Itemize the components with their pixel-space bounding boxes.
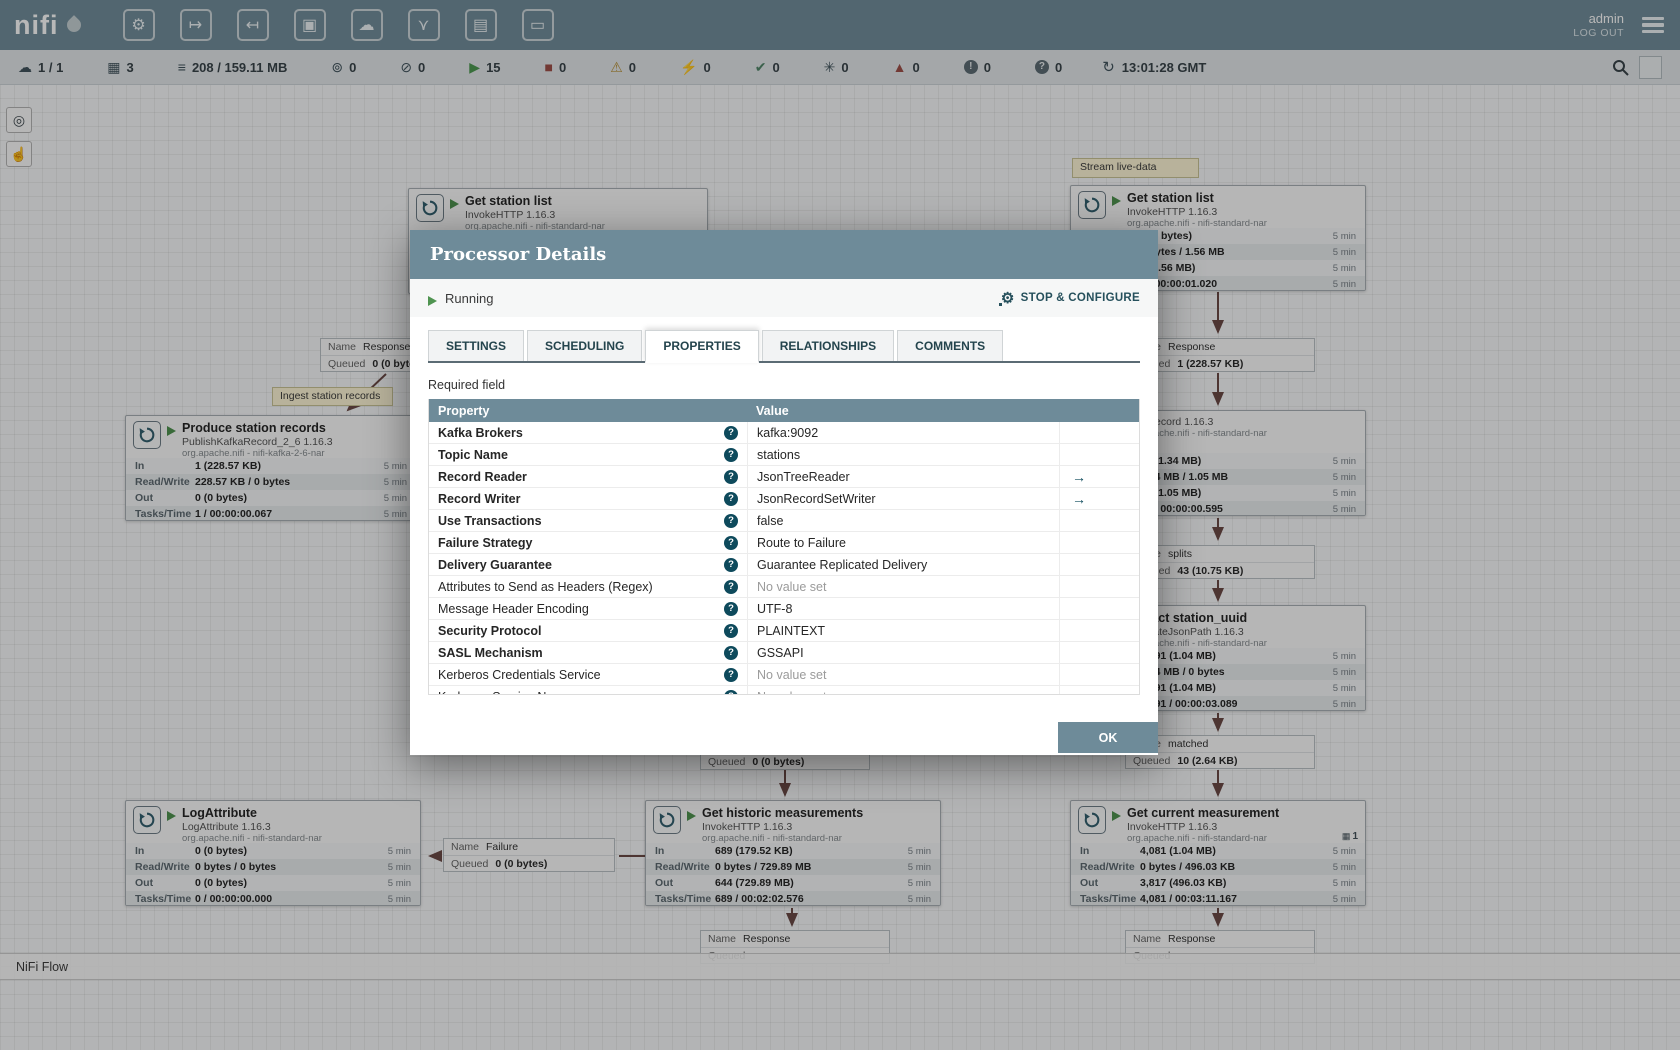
property-value: PLAINTEXT bbox=[757, 623, 826, 638]
property-row: SASL Mechanism ? GSSAPI → bbox=[429, 642, 1139, 664]
property-value: No value set bbox=[757, 579, 827, 594]
help-icon[interactable]: ? bbox=[724, 667, 738, 682]
run-status-label: Running bbox=[445, 290, 494, 306]
property-value: JsonRecordSetWriter bbox=[757, 491, 876, 506]
property-value: Guarantee Replicated Delivery bbox=[757, 557, 928, 572]
dialog-tab[interactable]: SETTINGS bbox=[428, 330, 525, 361]
ok-button[interactable]: OK bbox=[1058, 722, 1158, 753]
property-value: kafka:9092 bbox=[757, 425, 819, 440]
properties-table: Property Value Kafka Brokers ? kafka:909… bbox=[428, 399, 1140, 695]
dialog-tab[interactable]: COMMENTS bbox=[897, 330, 1004, 361]
required-field-note: Required field bbox=[428, 378, 506, 392]
property-name: Delivery Guarantee bbox=[438, 557, 552, 572]
help-icon[interactable]: ? bbox=[724, 557, 738, 572]
gear-icon: ⚙ bbox=[997, 291, 1015, 307]
property-name: Kerberos Service Name bbox=[438, 690, 718, 695]
goto-service-icon[interactable]: → bbox=[1072, 492, 1086, 506]
help-icon[interactable]: ? bbox=[724, 491, 738, 506]
tab-label: PROPERTIES bbox=[663, 339, 741, 353]
dialog-tab[interactable]: PROPERTIES bbox=[645, 330, 759, 363]
running-icon bbox=[428, 295, 437, 306]
property-name: Security Protocol bbox=[438, 623, 542, 638]
column-value: Value bbox=[756, 403, 789, 418]
help-icon[interactable]: ? bbox=[724, 689, 738, 694]
property-row: Topic Name ? stations → bbox=[429, 444, 1139, 466]
property-value: UTF-8 bbox=[757, 601, 793, 616]
help-icon[interactable]: ? bbox=[724, 447, 738, 462]
dialog-tab[interactable]: RELATIONSHIPS bbox=[761, 330, 895, 361]
property-name: Kerberos Credentials Service bbox=[438, 667, 601, 682]
property-name: Topic Name bbox=[438, 447, 508, 462]
tab-label: RELATIONSHIPS bbox=[779, 339, 877, 353]
property-name: Kafka Brokers bbox=[438, 425, 523, 440]
property-value: JsonTreeReader bbox=[757, 469, 850, 484]
column-property: Property bbox=[438, 403, 490, 418]
help-icon[interactable]: ? bbox=[724, 425, 738, 440]
nifi-application: ◎ ☝ Stream live-data Ingest station reco… bbox=[0, 0, 1680, 1050]
help-icon[interactable]: ? bbox=[724, 469, 738, 484]
property-row: Use Transactions ? false → bbox=[429, 510, 1139, 532]
help-icon[interactable]: ? bbox=[724, 623, 738, 638]
property-name: Record Reader bbox=[438, 469, 527, 484]
property-value: stations bbox=[757, 447, 801, 462]
property-name: SASL Mechanism bbox=[438, 645, 543, 660]
property-row: Kerberos Service Name ? No value set → bbox=[429, 686, 1139, 694]
property-row: Record Reader ? JsonTreeReader → bbox=[429, 466, 1139, 488]
tab-label: SCHEDULING bbox=[545, 339, 625, 353]
property-name: Message Header Encoding bbox=[438, 601, 589, 616]
property-row: Kerberos Credentials Service ? No value … bbox=[429, 664, 1139, 686]
property-name: Failure Strategy bbox=[438, 535, 533, 550]
property-row: Record Writer ? JsonRecordSetWriter → bbox=[429, 488, 1139, 510]
goto-service-icon[interactable]: → bbox=[1072, 470, 1086, 484]
property-row: Failure Strategy ? Route to Failure → bbox=[429, 532, 1139, 554]
dialog-tabs: SETTINGS SCHEDULING PROPERTIES RELATIONS… bbox=[428, 330, 1140, 363]
property-value: GSSAPI bbox=[757, 645, 804, 660]
dialog-title: Processor Details bbox=[410, 230, 1158, 279]
property-row: Message Header Encoding ? UTF-8 → bbox=[429, 598, 1139, 620]
property-value: No value set bbox=[757, 667, 827, 682]
property-row: Delivery Guarantee ? Guarantee Replicate… bbox=[429, 554, 1139, 576]
property-value: false bbox=[757, 513, 784, 528]
help-icon[interactable]: ? bbox=[724, 579, 738, 594]
stop-and-configure-button[interactable]: ⚙ STOP & CONFIGURE bbox=[997, 291, 1140, 307]
help-icon[interactable]: ? bbox=[724, 645, 738, 660]
property-name: Record Writer bbox=[438, 491, 521, 506]
properties-table-header: Property Value bbox=[429, 399, 1139, 422]
processor-details-dialog: Processor Details Running ⚙ STOP & CONFI… bbox=[410, 230, 1158, 755]
property-value: Route to Failure bbox=[757, 535, 846, 550]
tab-label: SETTINGS bbox=[446, 339, 507, 353]
property-name: Attributes to Send as Headers (Regex) bbox=[438, 579, 653, 594]
tab-label: COMMENTS bbox=[915, 339, 986, 353]
help-icon[interactable]: ? bbox=[724, 601, 738, 616]
property-name: Use Transactions bbox=[438, 513, 542, 528]
property-value: No value set bbox=[757, 690, 826, 695]
property-row: Kafka Brokers ? kafka:9092 → bbox=[429, 422, 1139, 444]
property-row: Security Protocol ? PLAINTEXT → bbox=[429, 620, 1139, 642]
property-row: Attributes to Send as Headers (Regex) ? … bbox=[429, 576, 1139, 598]
help-icon[interactable]: ? bbox=[724, 535, 738, 550]
help-icon[interactable]: ? bbox=[724, 513, 738, 528]
dialog-tab[interactable]: SCHEDULING bbox=[527, 330, 643, 361]
